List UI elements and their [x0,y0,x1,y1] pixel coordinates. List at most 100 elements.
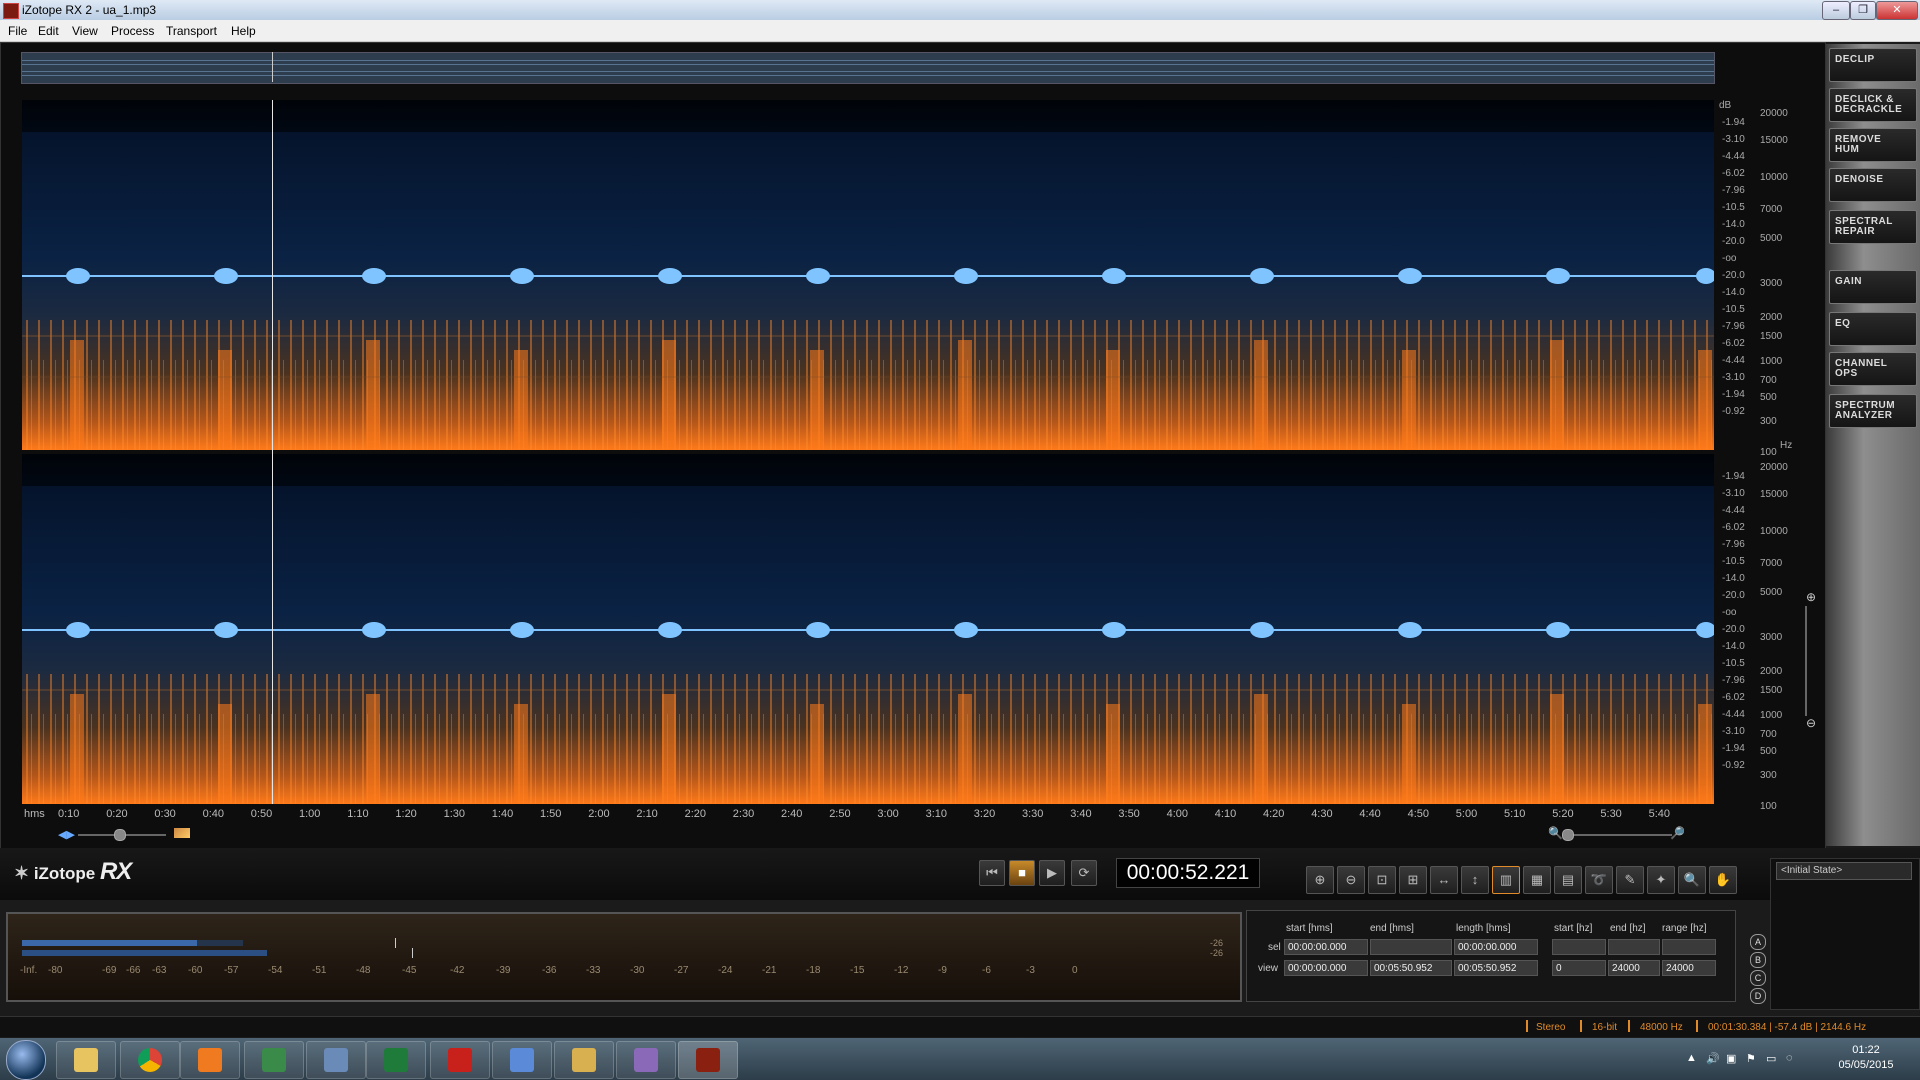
module-channel-ops-button[interactable]: CHANNEL OPS [1829,352,1917,386]
selection-cell[interactable]: 0 [1552,960,1606,976]
zoom-in-icon[interactable]: ⊕ [1306,866,1334,894]
skip-back-button[interactable]: ⏮ [979,860,1005,886]
menu-edit[interactable]: Edit [38,24,59,38]
freq-select-icon[interactable]: ▤ [1554,866,1582,894]
start-button[interactable] [6,1040,46,1080]
time-tick-label: 2:30 [732,808,755,820]
module-eq-button[interactable]: EQ [1829,312,1917,346]
freq-zoom-knob[interactable] [1562,829,1574,841]
hz-tick-label: 5000 [1760,587,1783,598]
menu-file[interactable]: File [8,24,27,38]
close-button[interactable]: ✕ [1876,1,1918,20]
volume-icon[interactable]: 🔊 [1706,1052,1720,1065]
time-ruler[interactable]: 0:10 0:20 0:30 0:40 0:50 1:00 1:10 1:20 1:30 1:40… [22,806,1714,822]
menu-process[interactable]: Process [111,24,154,38]
chrome-taskbar-icon[interactable] [120,1041,180,1079]
zoom-in-icon[interactable]: 🔎 [1670,826,1685,840]
selection-cell[interactable]: 00:05:50.952 [1370,960,1452,976]
minimize-button[interactable]: – [1822,1,1850,20]
zoom-sel-icon[interactable]: ⊞ [1399,866,1427,894]
meter-scale-label: -60 [188,965,203,976]
selection-cell[interactable]: 00:05:50.952 [1454,960,1538,976]
playhead-cursor[interactable] [272,100,273,804]
remote-taskbar-icon[interactable] [306,1041,366,1079]
module-gain-button[interactable]: GAIN [1829,270,1917,304]
compare-slot-d[interactable]: D [1750,988,1766,1004]
vertical-zoom-slider[interactable] [1805,606,1807,716]
spectrogram-right-channel[interactable] [22,454,1714,804]
hz-tick-label: 7000 [1760,204,1783,215]
wand-icon[interactable]: ✦ [1647,866,1675,894]
scroll-left-icon[interactable]: ◀▶ [58,828,75,841]
network-taskbar-icon[interactable] [244,1041,304,1079]
menu-transport[interactable]: Transport [166,24,217,38]
spectrogram-left-channel[interactable] [22,100,1714,450]
document-taskbar-icon[interactable] [492,1041,552,1079]
selection-cell[interactable] [1552,939,1606,955]
display-icon[interactable]: ▭ [1766,1052,1778,1065]
time-select-icon[interactable]: ▥ [1492,866,1520,894]
excel-taskbar-icon[interactable] [366,1041,426,1079]
menu-view[interactable]: View [72,24,98,38]
db-tick-label: -20.0 [1722,270,1745,281]
zoom-freq-icon[interactable]: ↕ [1461,866,1489,894]
sync-icon[interactable]: ◌ [1786,1052,1798,1064]
time-zoom-knob[interactable] [114,829,126,841]
pencil-icon[interactable] [174,828,190,838]
network-icon[interactable]: ▣ [1726,1052,1738,1065]
zoom-out-icon[interactable]: ⊖ [1337,866,1365,894]
flag-icon[interactable]: ⚑ [1746,1052,1758,1065]
stop-button[interactable]: ■ [1009,860,1035,886]
freq-zoom-slider[interactable] [1566,834,1672,836]
tool-taskbar-icon[interactable] [616,1041,676,1079]
selection-cell[interactable]: 00:00:00.000 [1454,939,1538,955]
selection-cell[interactable]: 00:00:00.000 [1284,939,1368,955]
hand-icon[interactable]: ✋ [1709,866,1737,894]
meter-scale-label: -33 [586,965,601,976]
magnify-icon[interactable]: 🔍 [1678,866,1706,894]
rect-select-icon[interactable]: ▦ [1523,866,1551,894]
zoom-fit-icon[interactable]: ⊡ [1368,866,1396,894]
module-spectrum-analyzer-button[interactable]: SPECTRUM ANALYZER [1829,394,1917,428]
maximize-button[interactable]: ❐ [1850,1,1876,20]
tray-arrow-icon[interactable]: ▲ [1686,1052,1698,1064]
module-denoise-button[interactable]: DENOISE [1829,168,1917,202]
selection-cell[interactable] [1662,939,1716,955]
vertical-zoom-in-icon[interactable]: ⊕ [1806,590,1816,604]
meter-scale-label: -9 [938,965,947,976]
menu-help[interactable]: Help [231,24,256,38]
selection-cell[interactable] [1608,939,1660,955]
zoom-out-icon[interactable]: 🔍 [1548,826,1563,840]
compare-slot-a[interactable]: A [1750,934,1766,950]
time-tick-label: 5:20 [1552,808,1574,820]
media-player-taskbar-icon[interactable] [180,1041,240,1079]
izotope-taskbar-icon[interactable] [678,1041,738,1079]
module-remove-hum-button[interactable]: REMOVE HUM [1829,128,1917,162]
logo-brand: iZotope [33,864,96,883]
zoom-time-icon[interactable]: ↔ [1430,866,1458,894]
acrobat-taskbar-icon[interactable] [430,1041,490,1079]
taskbar-clock[interactable]: 01:22 05/05/2015 [1820,1043,1912,1073]
brush-icon[interactable]: ✎ [1616,866,1644,894]
loop-button[interactable]: ⟳ [1071,860,1097,886]
time-tick-label: 4:20 [1263,808,1285,820]
module-declick-button[interactable]: DECLICK & DECRACKLE [1829,88,1917,122]
hz-tick-label: 1500 [1760,331,1783,342]
compare-slot-c[interactable]: C [1750,970,1766,986]
lasso-icon[interactable]: ➰ [1585,866,1613,894]
selection-cell[interactable]: 24000 [1662,960,1716,976]
selection-cell[interactable]: 24000 [1608,960,1660,976]
history-item-initial-state[interactable]: <Initial State> [1776,862,1912,880]
vertical-zoom-out-icon[interactable]: ⊖ [1806,716,1816,730]
compare-slot-b[interactable]: B [1750,952,1766,968]
selection-cell[interactable]: 00:00:00.000 [1284,960,1368,976]
play-button[interactable]: ▶ [1039,860,1065,886]
folder-taskbar-icon[interactable] [554,1041,614,1079]
hz-tick-label: 20000 [1760,108,1788,119]
explorer-taskbar-icon[interactable] [56,1041,116,1079]
time-unit-label: hms [24,808,45,820]
module-declip-button[interactable]: DECLIP [1829,48,1917,82]
module-spectral-repair-button[interactable]: SPECTRAL REPAIR [1829,210,1917,244]
waveform-overview[interactable] [21,52,1715,84]
selection-cell[interactable] [1370,939,1452,955]
